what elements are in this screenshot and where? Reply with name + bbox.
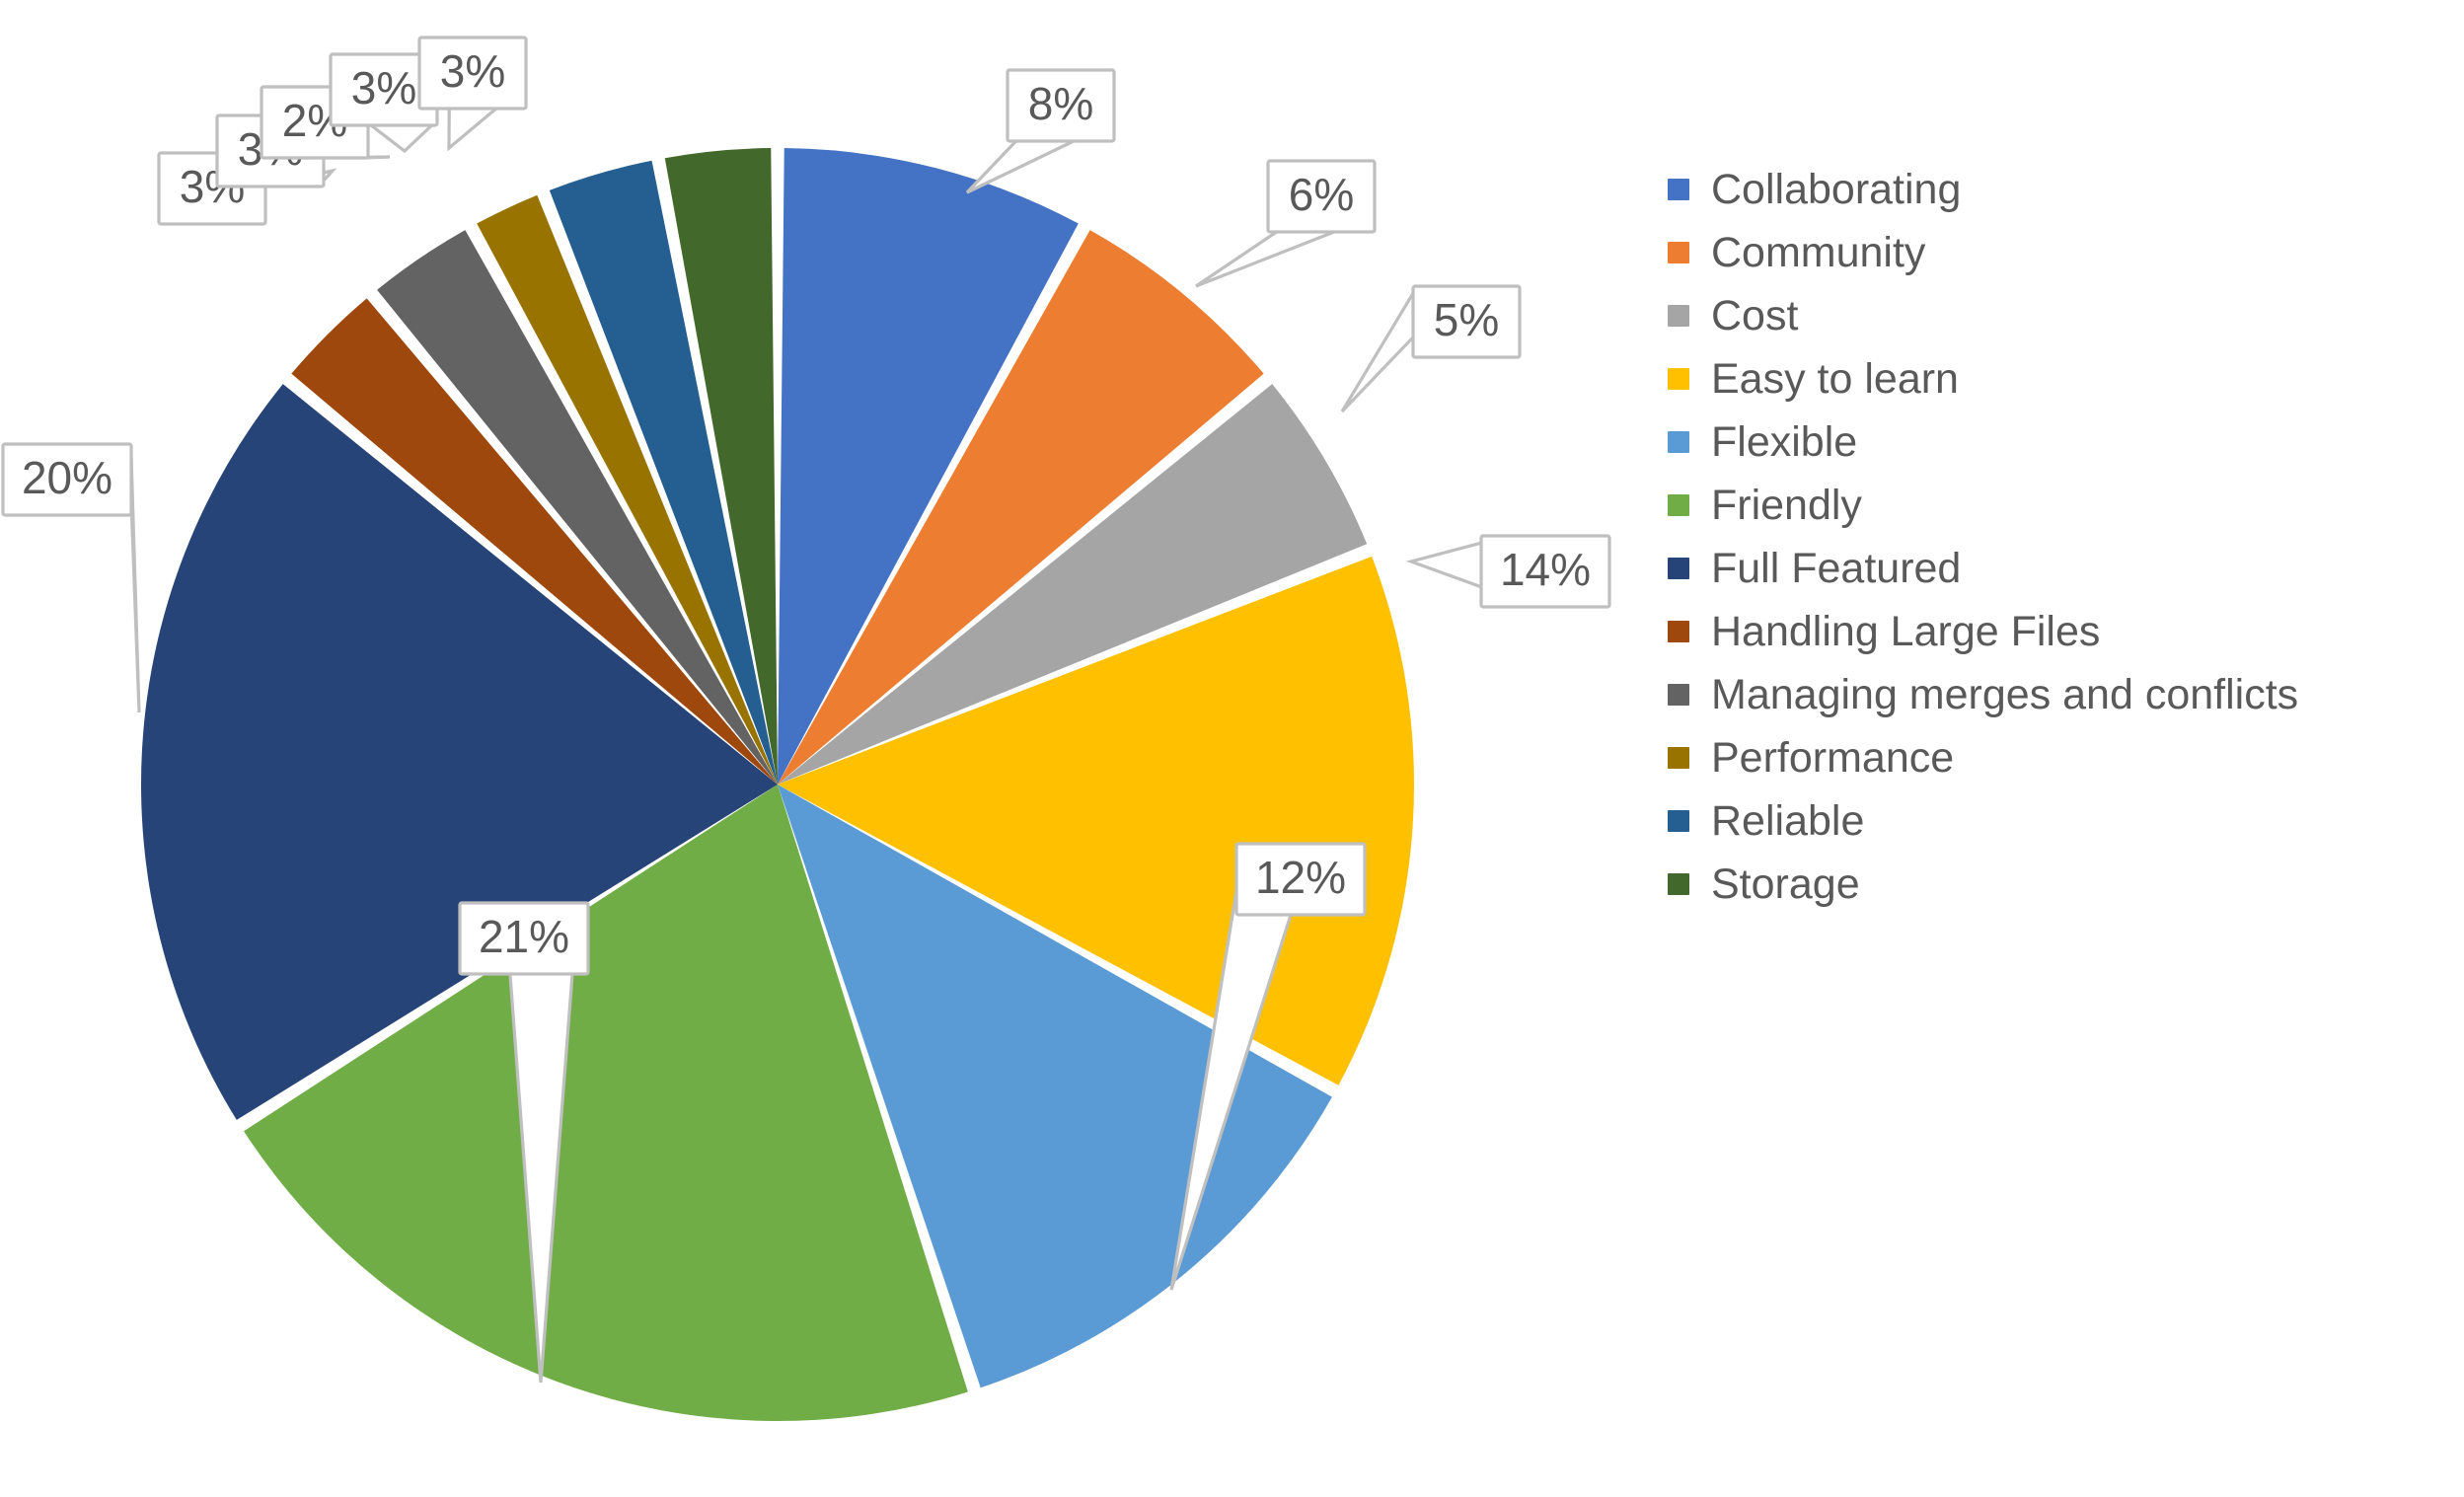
data-label-callout[interactable]: 8% [965, 68, 1116, 194]
legend-item-label: Performance [1711, 733, 1955, 782]
data-label-callout[interactable]: 5% [1340, 284, 1522, 413]
pie-chart-svg: 8%6%5%14%12%21%20%3%3%2%3%3% [1, 36, 1611, 1422]
legend-swatch-icon [1668, 873, 1689, 895]
callout-percent-label: 21% [479, 911, 569, 962]
legend-item-label: Reliable [1711, 796, 1865, 845]
callout-percent-label: 20% [22, 452, 112, 503]
legend-item[interactable]: Flexible [1668, 411, 2447, 474]
callout-leader-tail [370, 123, 433, 154]
pie-slices-group [140, 148, 1415, 1422]
callout-leader-tail [1340, 292, 1415, 413]
callout-leader-tail [965, 139, 1075, 194]
legend-swatch-icon [1668, 747, 1689, 769]
legend-item[interactable]: Storage [1668, 853, 2447, 916]
data-label-callout[interactable]: 14% [1405, 534, 1611, 609]
legend-item[interactable]: Full Featured [1668, 537, 2447, 600]
legend-swatch-icon [1668, 305, 1689, 327]
callout-percent-label: 3% [440, 45, 505, 97]
legend-item[interactable]: Cost [1668, 284, 2447, 347]
legend-item[interactable]: Performance [1668, 726, 2447, 789]
legend-item-label: Managing merges and conflicts [1711, 670, 2299, 718]
legend-swatch-icon [1668, 558, 1689, 579]
legend-swatch-icon [1668, 494, 1689, 516]
legend-item-label: Flexible [1711, 417, 1858, 466]
callout-leader-tail [447, 107, 497, 152]
legend-item[interactable]: Reliable [1668, 789, 2447, 853]
legend-swatch-icon [1668, 179, 1689, 200]
data-label-callout[interactable]: 20% [1, 442, 141, 713]
callout-percent-label: 14% [1500, 544, 1591, 595]
legend-item[interactable]: Collaborating [1668, 158, 2447, 221]
data-label-callout[interactable]: 6% [1195, 159, 1377, 288]
legend-swatch-icon [1668, 810, 1689, 832]
legend-swatch-icon [1668, 621, 1689, 642]
legend-item-label: Community [1711, 228, 1926, 276]
callout-leader-tail [1195, 230, 1335, 288]
legend-swatch-icon [1668, 431, 1689, 453]
legend-swatch-icon [1668, 242, 1689, 263]
legend-item-label: Storage [1711, 860, 1860, 908]
legend-item[interactable]: Managing merges and conflicts [1668, 663, 2447, 726]
legend-item-label: Handling Large Files [1711, 607, 2101, 655]
callout-percent-label: 12% [1255, 852, 1346, 903]
legend-item[interactable]: Handling Large Files [1668, 600, 2447, 663]
legend-item-label: Full Featured [1711, 544, 1962, 592]
legend-item-label: Cost [1711, 291, 1799, 339]
legend-item[interactable]: Community [1668, 221, 2447, 284]
data-label-callout[interactable]: 3% [417, 36, 528, 152]
callout-leader-tail [1405, 541, 1482, 589]
callout-percent-label: 3% [351, 62, 416, 113]
callout-percent-label: 6% [1289, 169, 1354, 220]
legend-item-label: Collaborating [1711, 165, 1962, 213]
legend-item-label: Easy to learn [1711, 354, 1959, 403]
callout-percent-label: 8% [1028, 78, 1093, 129]
legend-swatch-icon [1668, 368, 1689, 390]
legend-item-label: Friendly [1711, 481, 1862, 529]
callout-percent-label: 5% [1434, 294, 1499, 345]
chart-legend: Collaborating Community Cost Easy to learn F… [1668, 158, 2447, 916]
chart-plot-area: 8%6%5%14%12%21%20%3%3%2%3%3% [0, 0, 1618, 1497]
pie-chart-screenshot: 8%6%5%14%12%21%20%3%3%2%3%3% Collaborati… [0, 0, 2464, 1497]
legend-item[interactable]: Easy to learn [1668, 347, 2447, 411]
legend-swatch-icon [1668, 684, 1689, 706]
legend-item[interactable]: Friendly [1668, 474, 2447, 537]
